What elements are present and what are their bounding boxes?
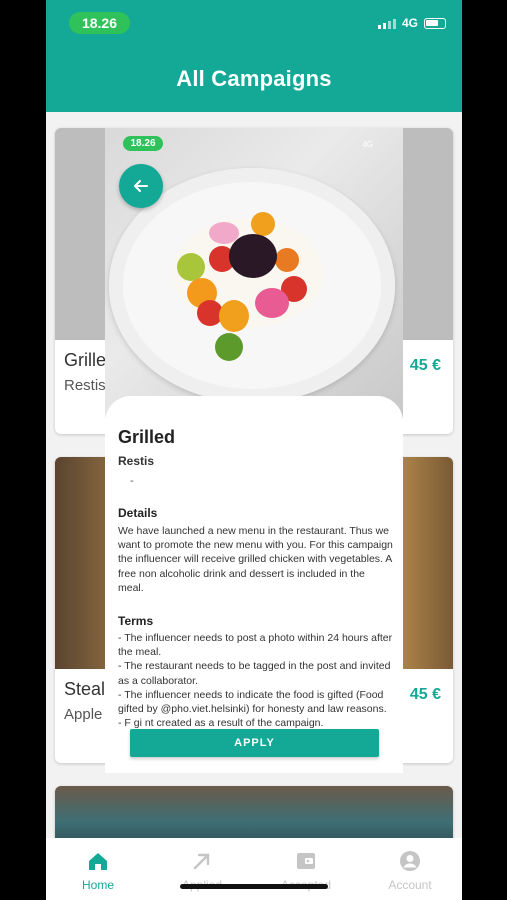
home-icon <box>89 853 107 870</box>
signal-icon <box>377 18 396 29</box>
terms-heading: Terms <box>118 614 154 628</box>
account-icon <box>400 851 420 871</box>
details-text: We have launched a new menu in the resta… <box>118 525 393 594</box>
details-heading: Details <box>118 506 158 520</box>
campaign-subtitle: Restis <box>64 377 106 394</box>
battery-icon <box>424 17 446 29</box>
overlay-status-time: 18.26 <box>123 136 163 151</box>
campaign-image <box>55 786 453 846</box>
status-time: 18.26 <box>69 12 130 34</box>
campaign-price: 45 € <box>409 686 441 703</box>
overlay-network-label: 4G <box>362 140 373 149</box>
page-title: All Campaigns <box>176 66 332 91</box>
campaign-detail-overlay: 18.26 4G Grilled Restis - Details We hav… <box>105 128 403 773</box>
campaign-detail-photo: 18.26 4G <box>105 128 403 418</box>
terms-text: - The influencer needs to post a photo w… <box>118 632 393 730</box>
arrow-up-right-icon <box>193 853 210 870</box>
app-header: 18.26 4G All Campaigns <box>46 0 462 112</box>
campaign-title: Steal <box>64 679 106 699</box>
campaign-detail-title: Grilled <box>118 427 176 447</box>
campaign-subtitle: Apple <box>64 706 103 723</box>
home-indicator <box>180 884 328 889</box>
wallet-icon <box>297 853 315 869</box>
campaign-title: Grille <box>64 350 107 370</box>
campaign-detail-dash: - <box>130 475 134 487</box>
bottom-navigation: Home Applied Accepted Account <box>46 838 462 900</box>
nav-item-home[interactable]: Home <box>53 850 143 892</box>
back-button[interactable] <box>119 164 163 208</box>
status-indicators: 4G <box>377 16 446 30</box>
campaign-detail-sheet: Grilled Restis - Details We have launche… <box>105 396 403 773</box>
apply-button[interactable]: APPLY <box>130 729 379 757</box>
network-label: 4G <box>401 16 418 30</box>
beet-image <box>229 234 277 278</box>
campaign-card[interactable] <box>55 786 453 846</box>
nav-item-account[interactable]: Account <box>365 850 455 892</box>
campaign-price: 45 € <box>409 357 441 374</box>
app-screen: 18.26 4G All Campaigns Grille Restis 45 … <box>46 0 462 900</box>
nav-label-account: Account <box>388 878 432 892</box>
nav-label-home: Home <box>81 878 114 892</box>
campaign-detail-restaurant: Restis <box>118 454 155 468</box>
arrow-left-icon <box>134 180 148 192</box>
